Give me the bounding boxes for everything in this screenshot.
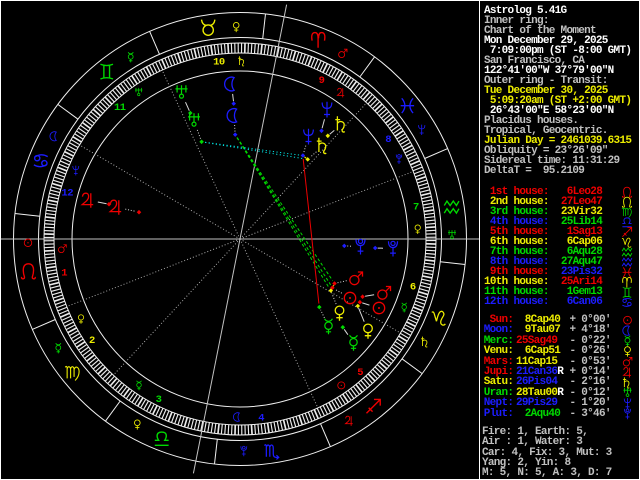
svg-text:11: 11 xyxy=(114,102,126,114)
svg-text:10: 10 xyxy=(213,57,225,69)
svg-text:12: 12 xyxy=(61,188,73,200)
svg-text:3: 3 xyxy=(156,394,162,406)
svg-text:4: 4 xyxy=(258,412,264,424)
svg-text:2: 2 xyxy=(89,335,95,347)
svg-text:9: 9 xyxy=(319,75,325,87)
svg-text:7: 7 xyxy=(413,201,419,213)
svg-text:5: 5 xyxy=(357,367,363,379)
svg-text:1: 1 xyxy=(61,268,67,280)
svg-text:8: 8 xyxy=(385,134,391,146)
svg-text:6: 6 xyxy=(410,281,416,293)
